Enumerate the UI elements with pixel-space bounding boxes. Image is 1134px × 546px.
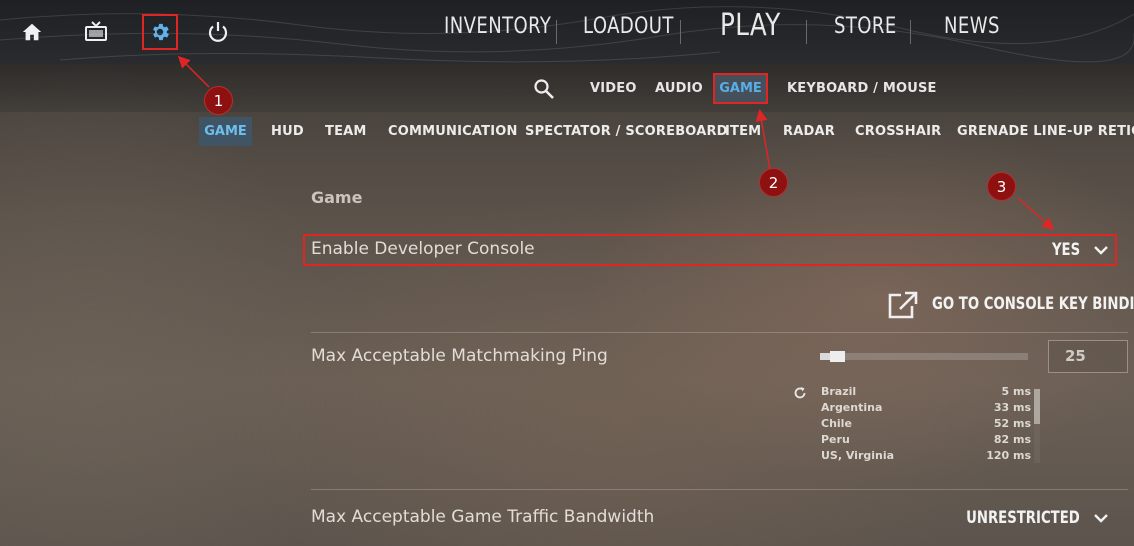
tab-game[interactable]: GAME [713,73,768,104]
region-name: US, Virginia [821,449,895,462]
developer-console-value[interactable]: YES [1052,240,1080,260]
traffic-bandwidth-value[interactable]: UNRESTRICTED [966,508,1080,528]
region-name: Chile [821,417,852,430]
settings-tabs: VIDEO AUDIO GAME KEYBOARD / MOUSE [0,64,1134,112]
ping-value-input[interactable]: 25 [1048,340,1128,373]
annotation-badge-3: 3 [987,172,1016,201]
region-name: Peru [821,433,850,446]
region-row: US, Virginia 120 ms [821,449,1031,465]
subtab-communication[interactable]: COMMUNICATION [388,124,518,139]
nav-divider [806,20,807,44]
annotation-badge-2: 2 [759,168,788,197]
nav-loadout[interactable]: LOADOUT [583,14,674,39]
developer-console-label: Enable Developer Console [311,239,535,259]
region-ping-list: Brazil 5 ms Argentina 33 ms Chile 52 ms Per… [821,385,1031,465]
region-ms: 120 ms [986,449,1031,462]
ping-slider-handle[interactable] [830,351,845,362]
region-row: Chile 52 ms [821,417,1031,433]
subtab-game[interactable]: GAME [199,117,252,146]
chevron-down-icon[interactable] [1093,242,1109,258]
nav-divider [556,20,557,44]
annotation-badge-1: 1 [204,86,233,115]
section-title: Game [311,188,363,207]
tab-video[interactable]: VIDEO [590,81,637,96]
top-bar: INVENTORY LOADOUT PLAY STORE NEWS [0,0,1134,64]
region-row: Brazil 5 ms [821,385,1031,401]
subtab-team[interactable]: TEAM [325,124,367,139]
ping-slider[interactable] [820,353,1028,360]
divider [311,489,1128,490]
subtab-radar[interactable]: RADAR [783,124,835,139]
region-scrollbar-thumb[interactable] [1034,389,1040,424]
nav-play[interactable]: PLAY [720,8,781,43]
game-subtabs: GAME HUD TEAM COMMUNICATION SPECTATOR / … [0,112,1134,152]
nav-store[interactable]: STORE [834,14,897,39]
tab-audio[interactable]: AUDIO [655,81,703,96]
search-icon[interactable] [533,78,555,100]
nav-divider [910,20,911,44]
region-ms: 33 ms [993,401,1031,414]
region-name: Argentina [821,401,883,414]
subtab-crosshair[interactable]: CROSSHAIR [855,124,941,139]
nav-inventory[interactable]: INVENTORY [444,14,551,39]
matchmaking-ping-label: Max Acceptable Matchmaking Ping [311,346,608,366]
subtab-spectator-scoreboard[interactable]: SPECTATOR / SCOREBOARD [525,124,728,139]
region-ms: 82 ms [993,433,1031,446]
subtab-hud[interactable]: HUD [271,124,304,139]
region-row: Argentina 33 ms [821,401,1031,417]
region-name: Brazil [821,385,857,398]
main-nav: INVENTORY LOADOUT PLAY STORE NEWS [0,8,1134,54]
console-key-binding-link[interactable]: GO TO CONSOLE KEY BINDING [932,294,1134,314]
divider [311,332,1128,333]
nav-divider [680,20,681,44]
region-ms: 5 ms [1001,385,1032,398]
region-row: Peru 82 ms [821,433,1031,449]
subtab-item[interactable]: ITEM [725,124,761,139]
traffic-bandwidth-label: Max Acceptable Game Traffic Bandwidth [311,507,655,527]
ping-slider-fill [820,353,830,360]
chevron-down-icon[interactable] [1093,510,1109,526]
subtab-grenade-lineup-reticle[interactable]: GRENADE LINE-UP RETICLE [957,124,1134,139]
nav-news[interactable]: NEWS [944,14,1000,39]
region-ms: 52 ms [993,417,1031,430]
tab-keyboard-mouse[interactable]: KEYBOARD / MOUSE [787,81,937,96]
external-link-icon[interactable] [887,290,919,320]
refresh-icon[interactable] [793,386,807,400]
